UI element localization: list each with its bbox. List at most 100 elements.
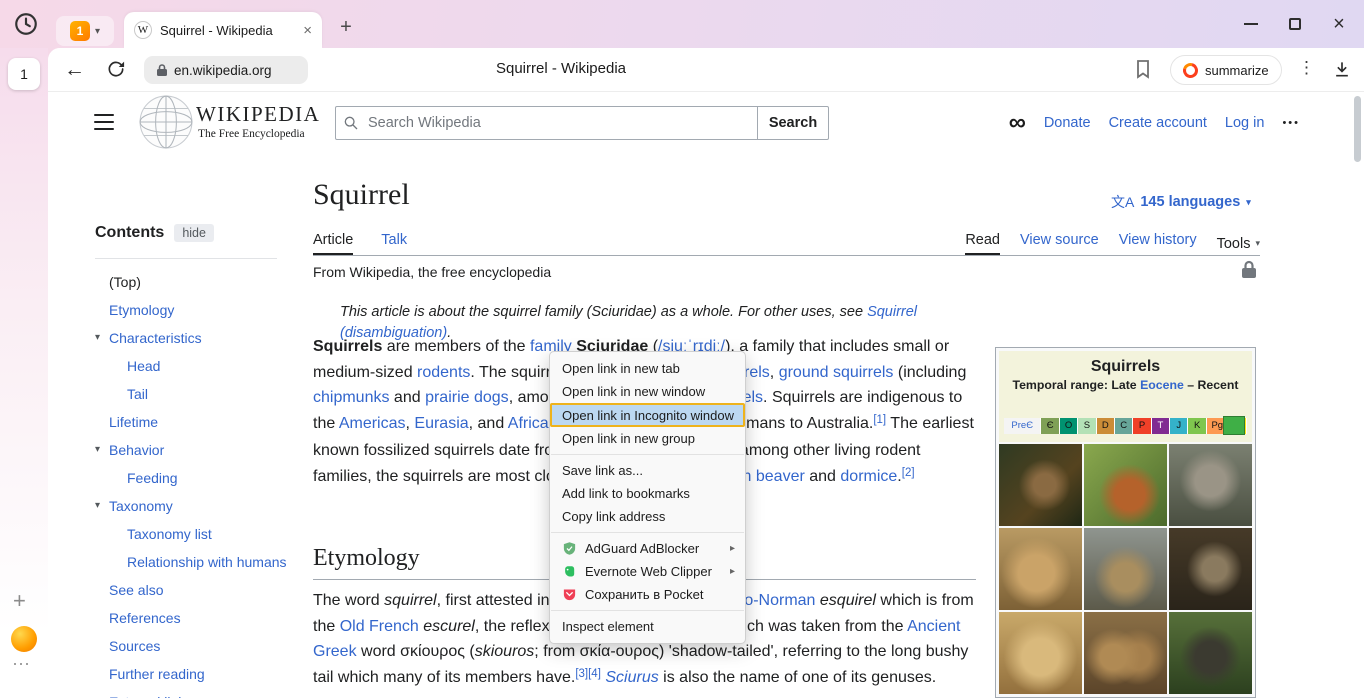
toc-item-behavior[interactable]: ▾Behavior (95, 436, 315, 464)
squirrel-photo[interactable] (1169, 612, 1252, 694)
create-account-link[interactable]: Create account (1109, 115, 1207, 131)
menu-item-add-bookmark[interactable]: Add link to bookmarks (550, 482, 745, 505)
inline-link[interactable]: ground squirrels (779, 364, 894, 381)
squirrel-photo[interactable] (1084, 444, 1167, 526)
squirrel-photo[interactable] (1169, 528, 1252, 610)
timescale-period[interactable]: D (1097, 418, 1115, 434)
new-tab-button[interactable]: + (332, 13, 360, 41)
history-clock-icon[interactable] (12, 10, 40, 38)
menu-item-evernote[interactable]: Evernote Web Clipper ▸ (550, 560, 745, 583)
inline-link[interactable]: chipmunks (313, 389, 389, 406)
view-history[interactable]: View history (1119, 232, 1197, 255)
inline-link[interactable]: Sciurus (605, 669, 658, 686)
toc-item-head[interactable]: Head (95, 352, 315, 380)
timescale-period[interactable]: J (1170, 418, 1188, 434)
toc-item-relationship[interactable]: Relationship with humans (95, 548, 315, 576)
wikipedia-wordmark[interactable]: WIKIPEDIA (196, 102, 320, 127)
menu-item-inspect[interactable]: Inspect element (550, 615, 745, 638)
languages-button[interactable]: 文A 145 languages ▾ (1111, 192, 1251, 212)
bookmark-icon[interactable] (1134, 59, 1152, 84)
timescale-period[interactable]: K (1188, 418, 1206, 434)
toc-item-see-also[interactable]: See also (95, 576, 315, 604)
toc-item-tail[interactable]: Tail (95, 380, 315, 408)
infinity-icon[interactable]: ∞ (1009, 112, 1026, 134)
tab-talk[interactable]: Talk (381, 232, 407, 255)
wikipedia-logo[interactable] (138, 94, 194, 155)
sidebar-add-icon[interactable]: + (13, 588, 26, 614)
menu-item-pocket[interactable]: Сохранить в Pocket (550, 583, 745, 606)
tab-article[interactable]: Article (313, 232, 353, 255)
close-button[interactable]: × (1330, 15, 1348, 33)
timescale-period[interactable]: Є (1041, 418, 1059, 434)
search-button[interactable]: Search (757, 106, 829, 140)
reference-link[interactable]: [1] (873, 414, 886, 426)
browser-tab[interactable]: W Squirrel - Wikipedia × (124, 12, 322, 48)
download-button[interactable] (1332, 58, 1352, 85)
minimize-button[interactable] (1242, 15, 1260, 33)
timescale-period[interactable]: O (1060, 418, 1078, 434)
view-read[interactable]: Read (965, 232, 1000, 255)
reload-button[interactable] (106, 59, 126, 84)
inline-link[interactable]: Americas (339, 415, 406, 432)
sidebar-panel-button[interactable]: 1 (8, 58, 40, 90)
back-button[interactable]: ← (64, 57, 85, 83)
toc-item-sources[interactable]: Sources (95, 632, 315, 660)
timescale-period[interactable]: C (1115, 418, 1133, 434)
inline-link[interactable]: Eurasia (414, 415, 468, 432)
squirrel-photo[interactable] (999, 528, 1082, 610)
toc-item-feeding[interactable]: Feeding (95, 464, 315, 492)
sidebar-more-icon[interactable]: ⋯ (12, 654, 31, 675)
timescale-period[interactable]: PreЄ (1004, 418, 1041, 434)
tools-button[interactable]: Tools▾ (1217, 232, 1260, 255)
inline-link[interactable]: rodents (417, 364, 470, 381)
toc-item-external-links[interactable]: External links (95, 688, 315, 698)
toc-item-taxonomy-list[interactable]: Taxonomy list (95, 520, 315, 548)
inline-link[interactable]: dormice (840, 468, 897, 485)
toc-item-characteristics[interactable]: ▾Characteristics (95, 324, 315, 352)
summarize-button[interactable]: summarize (1170, 55, 1282, 85)
squirrel-photo[interactable] (1169, 444, 1252, 526)
scrollbar-thumb[interactable] (1354, 96, 1361, 162)
maximize-button[interactable] (1286, 15, 1304, 33)
toc-item-top[interactable]: (Top) (95, 268, 315, 296)
reference-link[interactable]: [3][4] (575, 668, 601, 680)
menu-item-adguard[interactable]: AdGuard AdBlocker ▸ (550, 537, 745, 560)
menu-item-open-incognito[interactable]: Open link in Incognito window (550, 403, 745, 427)
toc-item-lifetime[interactable]: Lifetime (95, 408, 315, 436)
chevron-down-icon[interactable]: ▾ (95, 436, 100, 464)
eocene-link[interactable]: Eocene (1140, 378, 1184, 392)
tab-close-icon[interactable]: × (303, 23, 312, 38)
wiki-hamburger-icon[interactable] (94, 114, 114, 130)
toc-item-references[interactable]: References (95, 604, 315, 632)
view-source[interactable]: View source (1020, 232, 1099, 255)
login-link[interactable]: Log in (1225, 115, 1265, 131)
toc-item-taxonomy[interactable]: ▾Taxonomy (95, 492, 315, 520)
menu-item-open-new-group[interactable]: Open link in new group (550, 427, 745, 450)
reference-link[interactable]: [2] (902, 467, 915, 479)
menu-item-open-new-tab[interactable]: Open link in new tab (550, 357, 745, 380)
timescale-period[interactable]: S (1078, 418, 1096, 434)
tab-group-button[interactable]: 1 ▾ (56, 16, 114, 46)
timescale-period[interactable]: P (1133, 418, 1151, 434)
inline-link[interactable]: Old French (340, 618, 419, 635)
squirrel-photo[interactable] (1084, 612, 1167, 694)
address-bar[interactable]: en.wikipedia.org (144, 56, 308, 84)
chevron-down-icon[interactable]: ▾ (95, 324, 100, 352)
menu-item-save-link[interactable]: Save link as... (550, 459, 745, 482)
user-menu-icon[interactable]: ••• (1282, 117, 1300, 129)
yandex-services-icon[interactable] (11, 626, 37, 652)
toc-item-etymology[interactable]: Etymology (95, 296, 315, 324)
menu-item-open-new-window[interactable]: Open link in new window (550, 380, 745, 403)
page-scrollbar[interactable] (1354, 94, 1361, 690)
inline-link[interactable]: prairie dogs (425, 389, 509, 406)
timescale-period[interactable]: T (1152, 418, 1170, 434)
donate-link[interactable]: Donate (1044, 115, 1091, 131)
toc-hide-button[interactable]: hide (174, 224, 214, 242)
chevron-down-icon[interactable]: ▾ (95, 492, 100, 520)
squirrel-photo[interactable] (1084, 528, 1167, 610)
squirrel-photo[interactable] (999, 612, 1082, 694)
inline-link[interactable]: Africa (508, 415, 549, 432)
toc-item-further-reading[interactable]: Further reading (95, 660, 315, 688)
page-protection-lock-icon[interactable] (1240, 260, 1258, 285)
menu-item-copy-link[interactable]: Copy link address (550, 505, 745, 528)
